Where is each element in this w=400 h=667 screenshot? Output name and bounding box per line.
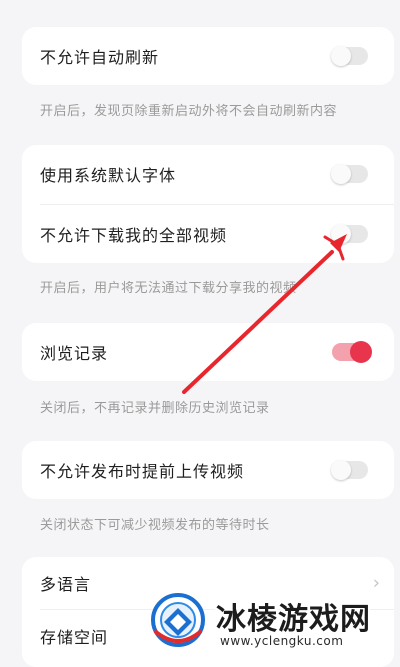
setting-row-browse-history[interactable]: 浏览记录 <box>22 323 394 381</box>
setting-row-no-pre-upload[interactable]: 不允许发布时提前上传视频 <box>22 441 394 499</box>
setting-row-system-font[interactable]: 使用系统默认字体 <box>22 145 394 203</box>
setting-hint: 关闭后，不再记录并删除历史浏览记录 <box>40 401 270 416</box>
setting-hint: 开启后，发现页除重新启动外将不会自动刷新内容 <box>40 104 338 119</box>
setting-row-no-auto-refresh[interactable]: 不允许自动刷新 <box>22 27 394 85</box>
setting-label: 不允许下载我的全部视频 <box>40 226 228 245</box>
toggle-switch-on[interactable] <box>332 341 372 363</box>
toggle-switch-off[interactable] <box>331 224 368 244</box>
watermark-url: www.yclengku.com <box>220 634 344 648</box>
toggle-knob <box>331 460 351 480</box>
settings-card-pre-upload: 不允许发布时提前上传视频 <box>22 441 394 499</box>
toggle-switch-off[interactable] <box>331 460 368 480</box>
settings-card-auto-refresh: 不允许自动刷新 <box>22 27 394 85</box>
setting-label: 浏览记录 <box>40 344 109 363</box>
toggle-switch-off[interactable] <box>331 164 368 184</box>
setting-hint: 关闭状态下可减少视频发布的等待时长 <box>40 518 270 533</box>
toggle-knob <box>350 341 372 363</box>
settings-card-font-download: 使用系统默认字体 不允许下载我的全部视频 <box>22 145 394 263</box>
toggle-knob <box>331 224 351 244</box>
setting-label: 多语言 <box>40 575 92 594</box>
setting-label: 使用系统默认字体 <box>40 166 177 185</box>
toggle-knob <box>331 46 351 66</box>
settings-card-browse-history: 浏览记录 <box>22 323 394 381</box>
toggle-switch-off[interactable] <box>331 46 368 66</box>
watermark-title: 冰棱游戏网 <box>216 602 371 637</box>
watermark-logo-icon <box>151 593 205 647</box>
site-watermark: 冰棱游戏网 www.yclengku.com <box>150 590 400 655</box>
toggle-knob <box>331 164 351 184</box>
setting-row-no-download-videos[interactable]: 不允许下载我的全部视频 <box>22 205 394 263</box>
setting-label: 不允许发布时提前上传视频 <box>40 462 245 481</box>
setting-label: 不允许自动刷新 <box>40 48 160 67</box>
setting-label: 存储空间 <box>40 628 109 647</box>
setting-hint: 开启后，用户将无法通过下载分享我的视频 <box>40 281 297 296</box>
